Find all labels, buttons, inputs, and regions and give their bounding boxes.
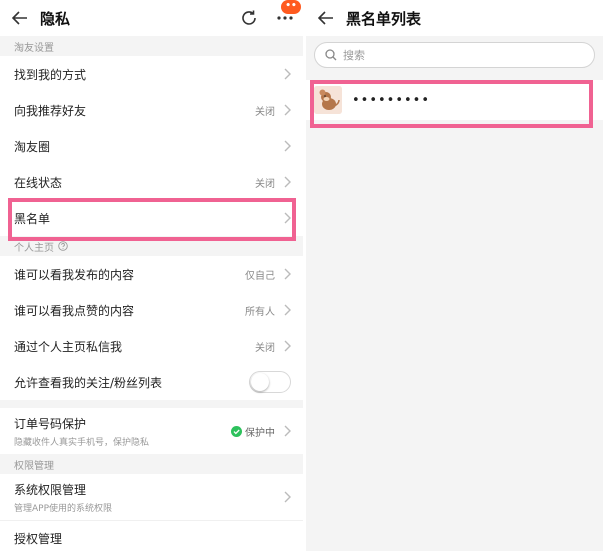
arrow-left-icon [12, 11, 27, 25]
blocked-user-name: ••••••••• [352, 92, 431, 108]
chevron-right-icon [284, 304, 291, 316]
help-circle-icon[interactable] [58, 241, 68, 251]
back-button[interactable] [306, 0, 346, 36]
refresh-icon [242, 10, 256, 25]
search-input[interactable] [343, 48, 543, 62]
toggle-knob [251, 373, 269, 391]
blacklist-panel: 黑名单列表 ••••••••• [306, 0, 603, 551]
check-circle-icon [231, 425, 242, 437]
chevron-right-icon [284, 425, 291, 437]
section-label-friends: 淘友设置 [14, 42, 54, 54]
chevron-right-icon [284, 140, 291, 152]
protect-status: 保护中 [231, 424, 275, 439]
row-direct-message[interactable]: 通过个人主页私信我 关闭 [0, 328, 303, 364]
screen: 隐私 •• 淘友设置 找到我的方式 向我推荐好友 关闭 淘友圈 在线状态 关闭 … [0, 0, 603, 551]
jerry-mouse-avatar-icon [314, 86, 342, 114]
page-title: 隐私 [40, 9, 71, 28]
refresh-button[interactable] [231, 0, 267, 36]
chevron-right-icon [284, 176, 291, 188]
row-follow-list: 允许查看我的关注/粉丝列表 [0, 364, 303, 400]
chevron-right-icon [284, 340, 291, 352]
row-find-me[interactable]: 找到我的方式 [0, 56, 303, 92]
header: 隐私 •• [0, 0, 303, 36]
list-item[interactable]: ••••••••• [306, 80, 603, 120]
row-recommend-friends[interactable]: 向我推荐好友 关闭 [0, 92, 303, 128]
search-icon [325, 49, 337, 61]
section-label-permissions: 权限管理 [14, 460, 54, 472]
friends-group: 找到我的方式 向我推荐好友 关闭 淘友圈 在线状态 关闭 黑名单 [0, 56, 303, 236]
row-order-protect[interactable]: 订单号码保护 隐藏收件人真实手机号，保护隐私 保护中 [0, 408, 303, 454]
row-system-permissions[interactable]: 系统权限管理 管理APP使用的系统权限 [0, 474, 303, 520]
row-who-see-posts[interactable]: 谁可以看我发布的内容 仅自己 [0, 256, 303, 292]
row-friend-circle[interactable]: 淘友圈 [0, 128, 303, 164]
arrow-left-icon [318, 11, 333, 25]
profile-group: 谁可以看我发布的内容 仅自己 谁可以看我点赞的内容 所有人 通过个人主页私信我 … [0, 256, 303, 400]
search-bar[interactable] [314, 42, 595, 68]
section-label-profile: 个人主页 [0, 236, 303, 256]
privacy-settings-panel: 隐私 •• 淘友设置 找到我的方式 向我推荐好友 关闭 淘友圈 在线状态 关闭 … [0, 0, 303, 551]
more-button[interactable]: •• [267, 0, 303, 36]
back-button[interactable] [0, 0, 40, 36]
avatar [314, 86, 342, 114]
page-title: 黑名单列表 [346, 9, 422, 28]
chevron-right-icon [284, 212, 291, 224]
notification-badge: •• [281, 0, 301, 14]
chevron-right-icon [284, 268, 291, 280]
row-authorization[interactable]: 授权管理 [0, 520, 303, 551]
row-online-status[interactable]: 在线状态 关闭 [0, 164, 303, 200]
row-who-see-likes[interactable]: 谁可以看我点赞的内容 所有人 [0, 292, 303, 328]
chevron-right-icon [284, 491, 291, 503]
more-dots-icon [277, 16, 293, 20]
chevron-right-icon [284, 104, 291, 116]
chevron-right-icon [284, 68, 291, 80]
follow-list-toggle[interactable] [249, 371, 291, 393]
row-blacklist[interactable]: 黑名单 [0, 200, 303, 236]
header: 黑名单列表 [306, 0, 603, 36]
